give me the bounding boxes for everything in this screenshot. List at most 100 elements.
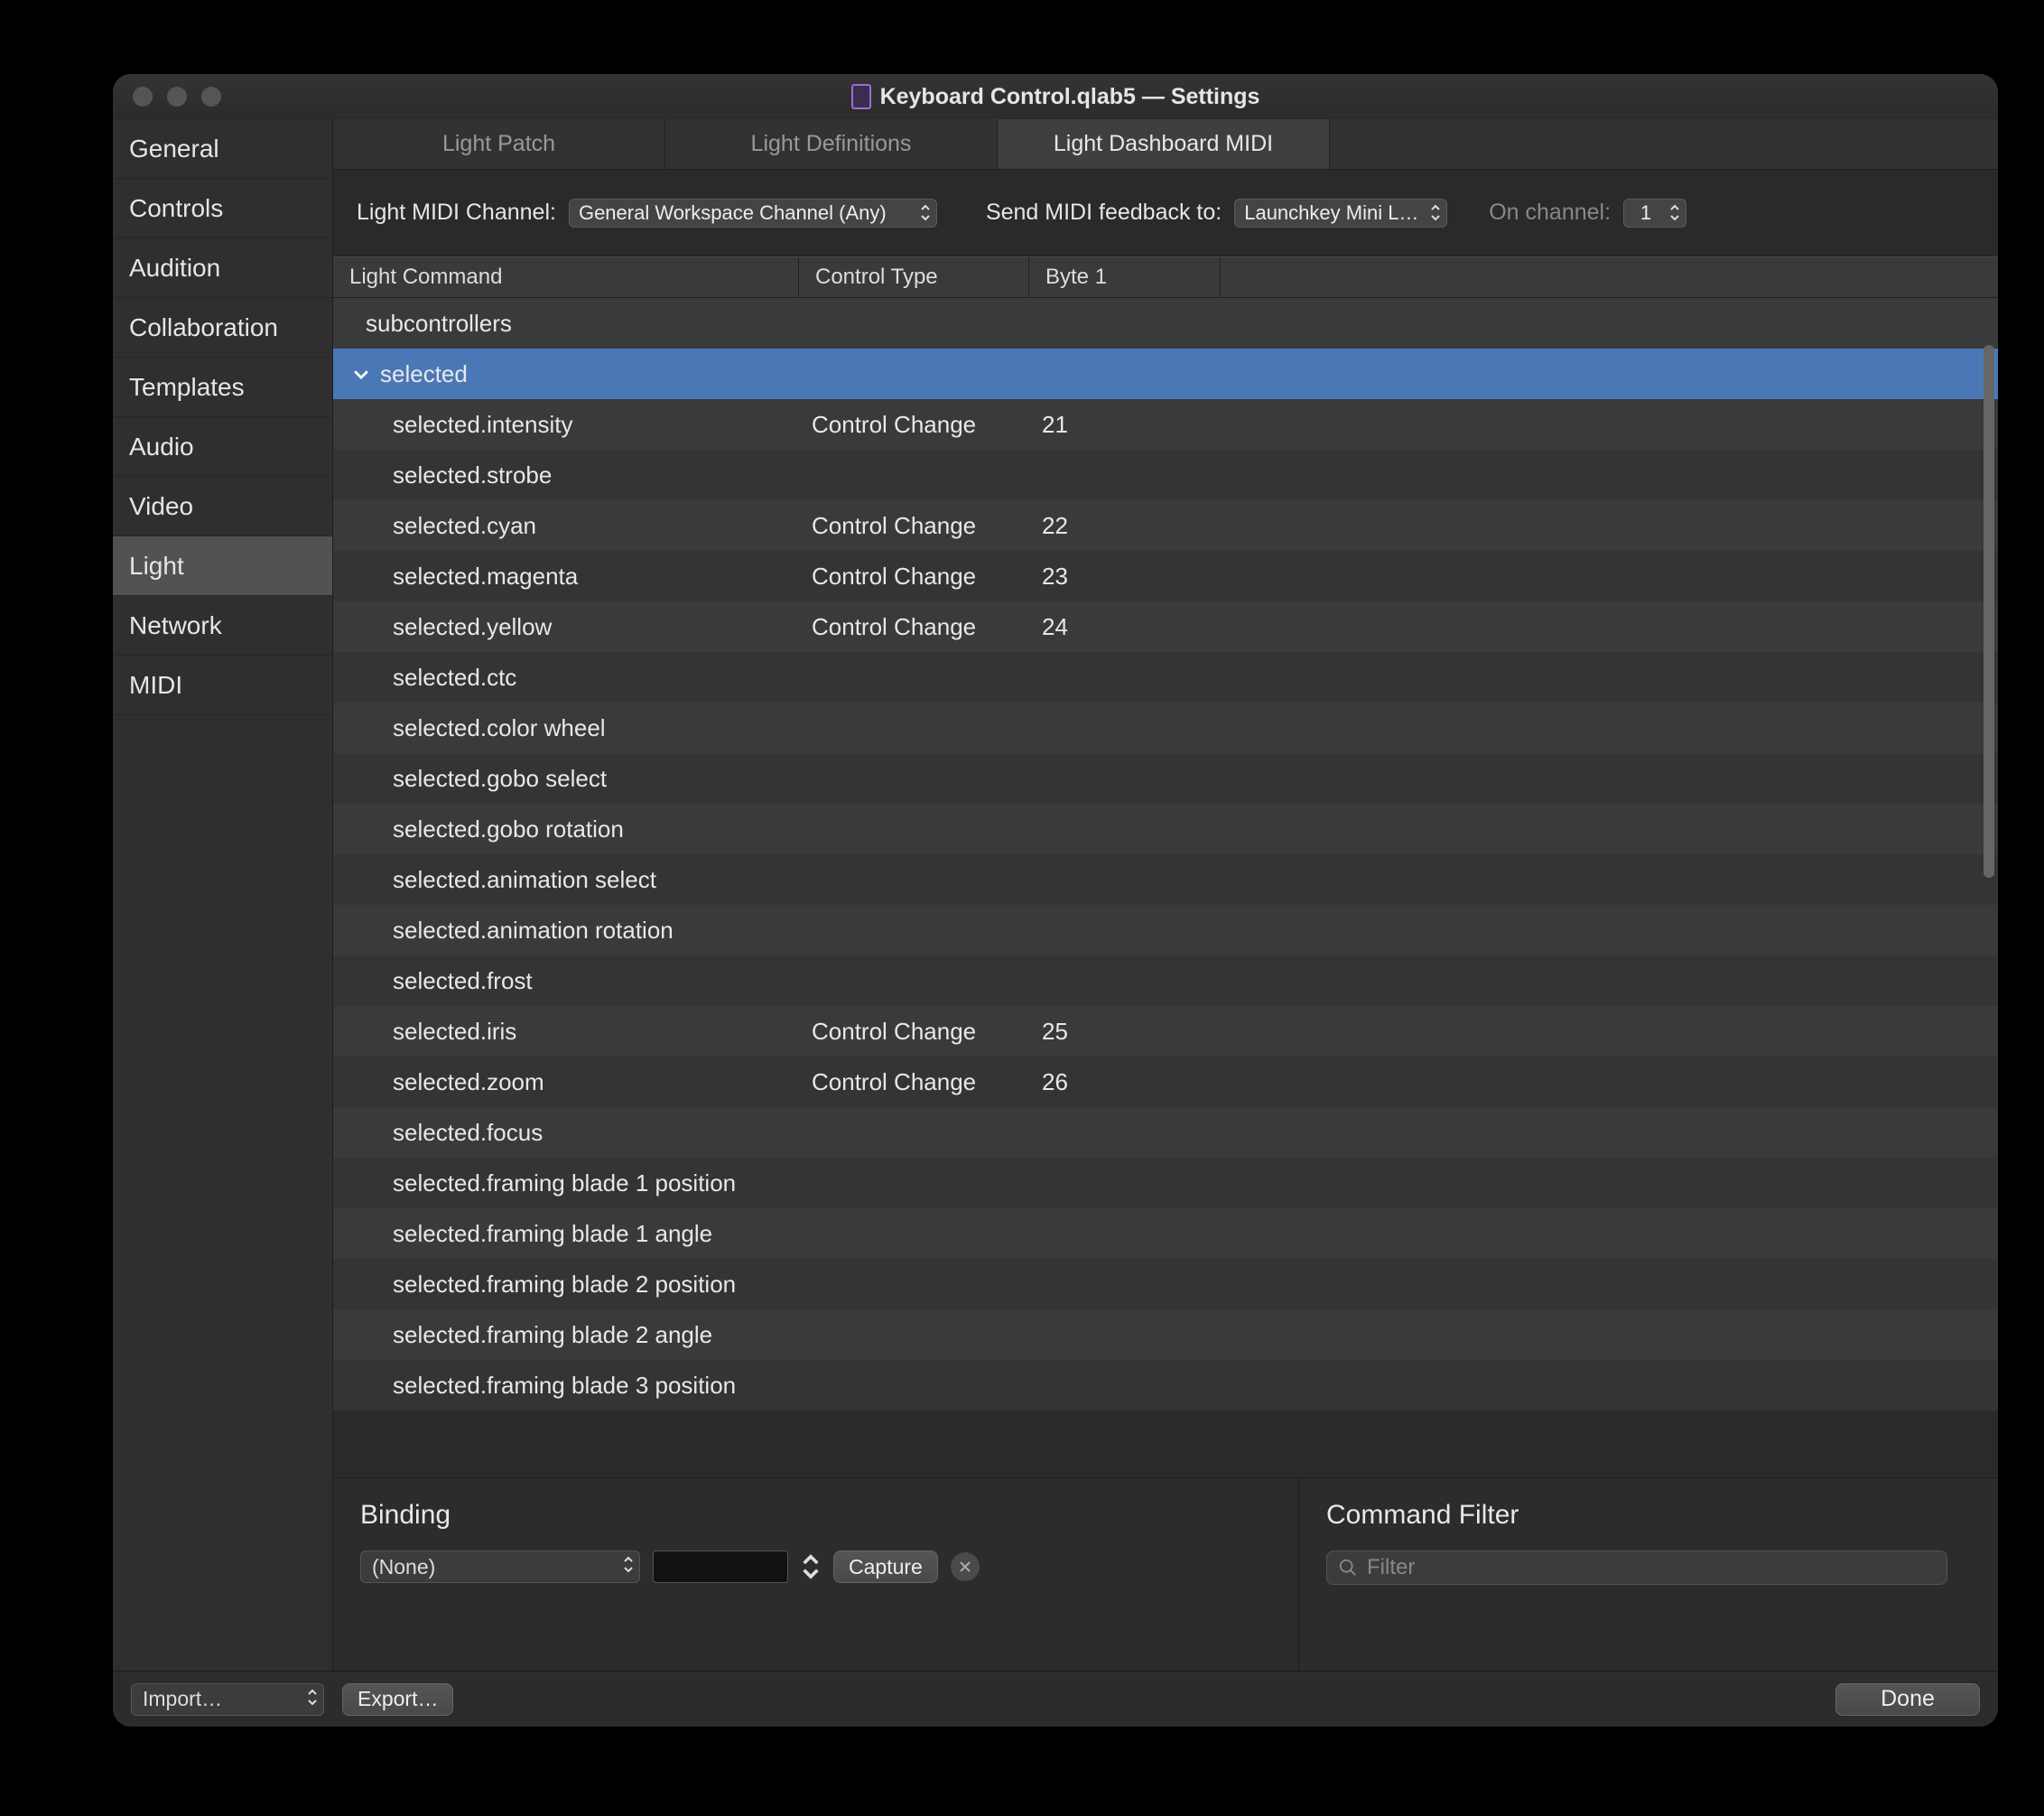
table-row[interactable]: selected.yellowControl Change24 xyxy=(333,601,1998,652)
import-select[interactable]: Import… xyxy=(131,1683,324,1716)
table-row[interactable]: selected.magentaControl Change23 xyxy=(333,551,1998,601)
table-row[interactable]: selected.focus xyxy=(333,1107,1998,1158)
clear-binding-button[interactable] xyxy=(951,1552,980,1581)
th-command[interactable]: Light Command xyxy=(333,257,799,297)
on-channel-value: 1 xyxy=(1640,201,1651,225)
cell-byte1: 26 xyxy=(1029,1068,1221,1096)
th-byte1[interactable]: Byte 1 xyxy=(1029,257,1221,297)
cell-command: selected.framing blade 2 position xyxy=(333,1271,799,1299)
midi-channel-label: Light MIDI Channel: xyxy=(357,200,556,226)
tab-light-patch[interactable]: Light Patch xyxy=(333,119,665,169)
sidebar: GeneralControlsAuditionCollaborationTemp… xyxy=(113,119,333,1671)
binding-value-stepper[interactable] xyxy=(801,1551,821,1583)
table-row[interactable]: selected.color wheel xyxy=(333,703,1998,753)
cell-command: selected.color wheel xyxy=(333,714,799,742)
cell-byte1: 21 xyxy=(1029,411,1221,439)
sidebar-item-midi[interactable]: MIDI xyxy=(113,656,332,715)
scrollbar[interactable] xyxy=(1984,345,1994,878)
table-row[interactable]: selected.framing blade 2 position xyxy=(333,1259,1998,1309)
sidebar-item-templates[interactable]: Templates xyxy=(113,358,332,417)
done-button[interactable]: Done xyxy=(1835,1683,1980,1716)
cell-byte1: 25 xyxy=(1029,1018,1221,1046)
cell-command: selected.gobo select xyxy=(333,765,799,793)
cell-command: selected.strobe xyxy=(333,461,799,489)
updown-icon xyxy=(920,203,931,222)
cell-control-type: Control Change xyxy=(799,411,1029,439)
capture-button[interactable]: Capture xyxy=(833,1551,938,1583)
table-row[interactable]: selected.animation select xyxy=(333,854,1998,905)
table-row[interactable]: selected.intensityControl Change21 xyxy=(333,399,1998,450)
close-icon xyxy=(958,1560,972,1574)
table-row[interactable]: selected.framing blade 2 angle xyxy=(333,1309,1998,1360)
cell-command: selected xyxy=(333,360,799,388)
cell-control-type: Control Change xyxy=(799,613,1029,641)
table-row[interactable]: selected.framing blade 1 position xyxy=(333,1158,1998,1208)
midi-channel-value: General Workspace Channel (Any) xyxy=(579,201,887,225)
sidebar-item-audio[interactable]: Audio xyxy=(113,417,332,477)
table-row[interactable]: selected xyxy=(333,349,1998,399)
settings-window: Keyboard Control.qlab5 — Settings Genera… xyxy=(113,74,1998,1727)
table-row[interactable]: selected.animation rotation xyxy=(333,905,1998,955)
binding-value-field[interactable] xyxy=(653,1551,788,1583)
cell-command: selected.cyan xyxy=(333,512,799,540)
midi-channel-select[interactable]: General Workspace Channel (Any) xyxy=(569,199,937,228)
cell-command: selected.focus xyxy=(333,1119,799,1147)
window-title: Keyboard Control.qlab5 — Settings xyxy=(880,84,1260,110)
filter-search-input[interactable]: Filter xyxy=(1326,1551,1947,1585)
sidebar-item-video[interactable]: Video xyxy=(113,477,332,536)
zoom-traffic-light[interactable] xyxy=(201,87,221,107)
sidebar-item-general[interactable]: General xyxy=(113,119,332,179)
cell-command: selected.animation rotation xyxy=(333,917,799,945)
import-label: Import… xyxy=(143,1687,222,1711)
binding-type-value: (None) xyxy=(372,1555,435,1579)
tab-light-definitions[interactable]: Light Definitions xyxy=(665,119,998,169)
table-row[interactable]: selected.frost xyxy=(333,955,1998,1006)
sidebar-item-light[interactable]: Light xyxy=(113,536,332,596)
sidebar-item-audition[interactable]: Audition xyxy=(113,238,332,298)
cell-byte1: 23 xyxy=(1029,563,1221,591)
th-control-type[interactable]: Control Type xyxy=(799,257,1029,297)
table-body: subcontrollers selected selected.intensity… xyxy=(333,298,1998,1477)
table-row[interactable]: selected.gobo select xyxy=(333,753,1998,804)
table-row[interactable]: selected.framing blade 1 angle xyxy=(333,1208,1998,1259)
binding-type-select[interactable]: (None) xyxy=(360,1551,640,1583)
table-row[interactable]: selected.zoomControl Change26 xyxy=(333,1057,1998,1107)
cell-command: selected.iris xyxy=(333,1018,799,1046)
bottom-panels: Binding (None) xyxy=(333,1477,1998,1671)
cell-command: selected.magenta xyxy=(333,563,799,591)
binding-title: Binding xyxy=(360,1500,1271,1531)
tab-light-dashboard-midi[interactable]: Light Dashboard MIDI xyxy=(998,119,1330,169)
toolbar: Light MIDI Channel: General Workspace Ch… xyxy=(333,170,1998,256)
updown-icon xyxy=(623,1555,634,1574)
table-row[interactable]: selected.cyanControl Change22 xyxy=(333,500,1998,551)
cell-command: selected.framing blade 1 angle xyxy=(333,1220,799,1248)
sidebar-item-network[interactable]: Network xyxy=(113,596,332,656)
cell-byte1: 22 xyxy=(1029,512,1221,540)
cell-command: selected.zoom xyxy=(333,1068,799,1096)
filter-placeholder: Filter xyxy=(1367,1555,1415,1580)
table-row[interactable]: subcontrollers xyxy=(333,298,1998,349)
main-panel: Light PatchLight DefinitionsLight Dashbo… xyxy=(333,119,1998,1671)
minimize-traffic-light[interactable] xyxy=(167,87,187,107)
document-icon xyxy=(851,84,871,109)
updown-icon xyxy=(1669,203,1680,222)
close-traffic-light[interactable] xyxy=(133,87,153,107)
cell-command: subcontrollers xyxy=(333,310,799,338)
export-button[interactable]: Export… xyxy=(342,1683,453,1716)
on-channel-label: On channel: xyxy=(1489,200,1611,226)
table-row[interactable]: selected.strobe xyxy=(333,450,1998,500)
sidebar-item-collaboration[interactable]: Collaboration xyxy=(113,298,332,358)
filter-title: Command Filter xyxy=(1326,1500,1971,1531)
cell-command: selected.framing blade 3 position xyxy=(333,1372,799,1400)
sidebar-item-controls[interactable]: Controls xyxy=(113,179,332,238)
footer: Import… Export… Done xyxy=(113,1671,1998,1727)
on-channel-select[interactable]: 1 xyxy=(1623,199,1686,228)
cell-command: selected.yellow xyxy=(333,613,799,641)
updown-icon xyxy=(1430,203,1441,222)
table-row[interactable]: selected.gobo rotation xyxy=(333,804,1998,854)
feedback-select[interactable]: Launchkey Mini L… xyxy=(1234,199,1447,228)
table-row[interactable]: selected.framing blade 3 position xyxy=(333,1360,1998,1411)
table-row[interactable]: selected.irisControl Change25 xyxy=(333,1006,1998,1057)
cell-control-type: Control Change xyxy=(799,563,1029,591)
table-row[interactable]: selected.ctc xyxy=(333,652,1998,703)
